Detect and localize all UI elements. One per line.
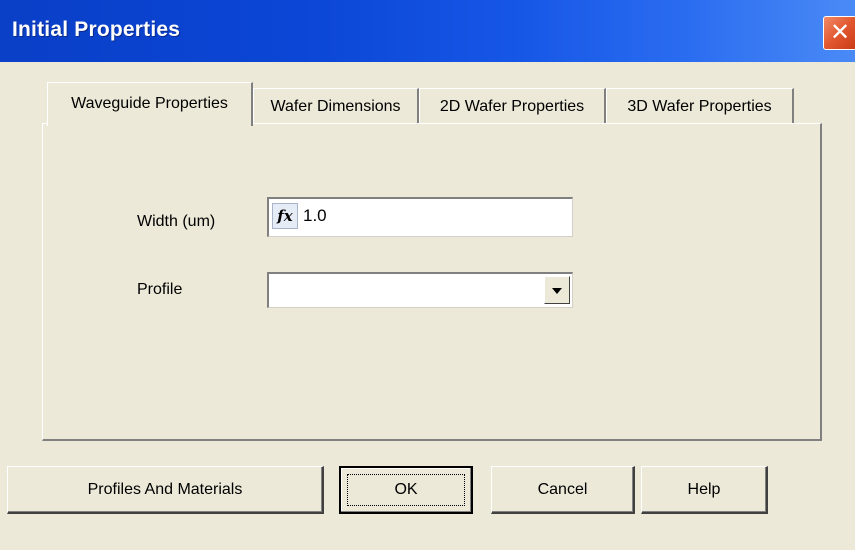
dialog-window: Initial Properties ✕ Waveguide Propertie… (0, 0, 855, 550)
tab-label: Wafer Dimensions (270, 97, 401, 115)
tab-waveguide-properties[interactable]: Waveguide Properties (47, 82, 253, 126)
ok-button[interactable]: OK (339, 466, 473, 514)
profiles-and-materials-label: Profiles And Materials (87, 480, 243, 498)
help-label: Help (687, 480, 721, 498)
fx-icon[interactable]: fx (272, 203, 298, 229)
fx-icon-text: fx (277, 207, 293, 225)
width-value: 1.0 (303, 206, 327, 225)
help-button[interactable]: Help (641, 466, 768, 514)
cancel-button[interactable]: Cancel (491, 466, 635, 514)
dialog-title: Initial Properties (12, 18, 181, 41)
profile-select[interactable] (267, 272, 573, 308)
width-input[interactable]: fx 1.0 (267, 197, 573, 237)
profile-dropdown-button[interactable] (544, 276, 570, 304)
title-bar[interactable]: Initial Properties ✕ (0, 0, 855, 62)
profiles-and-materials-button[interactable]: Profiles And Materials (7, 466, 324, 514)
width-label: Width (um) (137, 213, 216, 230)
tab-wafer-dimensions[interactable]: Wafer Dimensions (253, 88, 419, 124)
chevron-down-icon (552, 288, 562, 294)
close-icon: ✕ (829, 18, 851, 46)
cancel-label: Cancel (537, 480, 588, 498)
profile-label: Profile (137, 281, 183, 298)
tab-label: 3D Wafer Properties (627, 97, 772, 115)
tab-2d-wafer-properties[interactable]: 2D Wafer Properties (419, 88, 606, 124)
close-button[interactable]: ✕ (823, 16, 855, 50)
tab-label: 2D Wafer Properties (439, 97, 585, 115)
tab-3d-wafer-properties[interactable]: 3D Wafer Properties (606, 88, 794, 124)
tab-label: Waveguide Properties (71, 94, 228, 112)
focus-ring (347, 474, 465, 506)
